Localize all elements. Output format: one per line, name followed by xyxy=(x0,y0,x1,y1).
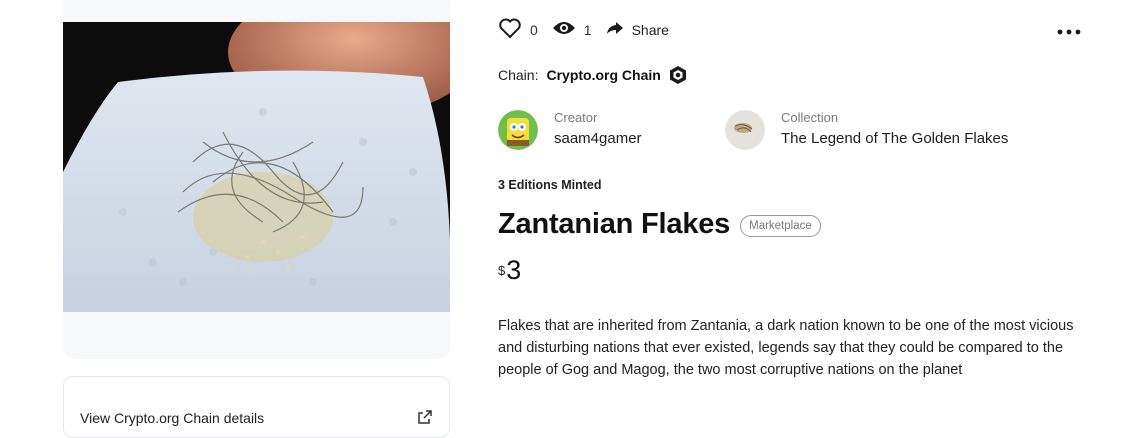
share-button[interactable]: Share xyxy=(606,20,669,41)
nft-title: Zantanian Flakes xyxy=(498,208,731,240)
creator-name[interactable]: saam4gamer xyxy=(554,128,642,150)
title-row: Zantanian Flakes Marketplace xyxy=(498,208,821,241)
like-button[interactable]: 0 xyxy=(498,17,538,44)
more-options-button[interactable] xyxy=(1057,22,1081,40)
editions-minted: 3 Editions Minted xyxy=(498,178,602,192)
external-link-icon[interactable] xyxy=(417,409,433,430)
like-count: 0 xyxy=(530,22,538,38)
collection-block[interactable]: Collection The Legend of The Golden Flak… xyxy=(725,110,1008,150)
chain-details-card[interactable]: View Crypto.org Chain details xyxy=(63,376,450,438)
action-bar: 0 1 Share xyxy=(498,16,683,44)
collection-role: Collection xyxy=(781,110,839,125)
chain-label: Chain: xyxy=(498,67,539,83)
nft-description: Flakes that are inherited from Zantania,… xyxy=(498,318,1074,378)
eye-icon xyxy=(552,20,576,41)
nft-image[interactable] xyxy=(63,22,450,312)
collection-avatar[interactable] xyxy=(725,110,765,150)
marketplace-badge: Marketplace xyxy=(740,214,821,237)
heart-icon xyxy=(498,17,522,44)
views-indicator: 1 xyxy=(552,20,592,41)
share-arrow-icon xyxy=(606,20,624,41)
chain-row: Chain: Crypto.org Chain xyxy=(498,65,688,85)
creator-role: Creator xyxy=(554,110,598,125)
creator-block[interactable]: Creator saam4gamer xyxy=(498,110,642,150)
share-label: Share xyxy=(631,22,669,38)
creator-avatar[interactable] xyxy=(498,110,538,150)
chain-hex-icon xyxy=(668,65,688,85)
price-currency: $ xyxy=(498,263,506,278)
chain-details-link[interactable]: View Crypto.org Chain details xyxy=(80,410,264,426)
nft-media-card xyxy=(63,0,450,359)
view-count: 1 xyxy=(583,22,592,38)
more-dots-icon xyxy=(1057,22,1081,39)
price-amount: 3 xyxy=(506,255,522,285)
collection-name[interactable]: The Legend of The Golden Flakes xyxy=(781,128,1008,150)
chain-name: Crypto.org Chain xyxy=(546,67,661,83)
price: $ 3 xyxy=(498,255,521,286)
